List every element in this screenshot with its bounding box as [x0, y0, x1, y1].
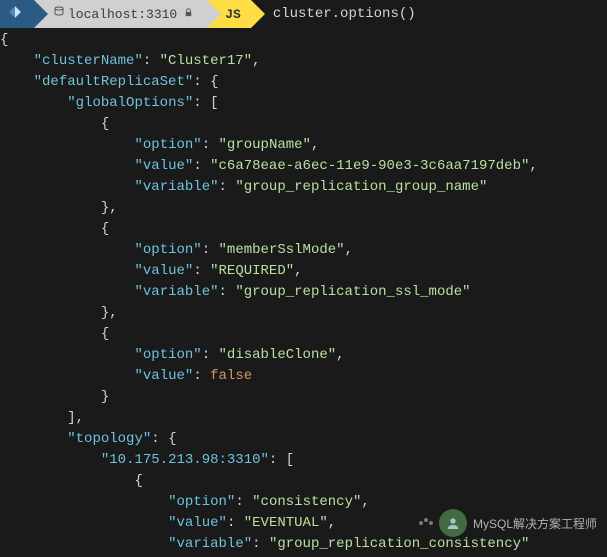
watermark-text: MySQL解决方案工程师	[473, 515, 597, 532]
json-output: { "clusterName": "Cluster17", "defaultRe…	[0, 28, 607, 557]
host-text: localhost:3310	[68, 7, 177, 22]
mode-label: JS	[225, 7, 241, 22]
database-icon	[52, 6, 66, 22]
watermark-dots-icon	[419, 518, 433, 528]
lock-icon	[181, 7, 195, 22]
command-text[interactable]: cluster.options()	[251, 6, 416, 22]
prompt-seg-mysql	[0, 0, 34, 28]
watermark: MySQL解决方案工程师	[419, 509, 597, 537]
prompt-seg-host: localhost:3310	[34, 0, 207, 28]
prompt-bar: localhost:3310 JS cluster.options()	[0, 0, 607, 28]
wechat-avatar-icon	[439, 509, 467, 537]
mysql-icon	[8, 5, 22, 23]
